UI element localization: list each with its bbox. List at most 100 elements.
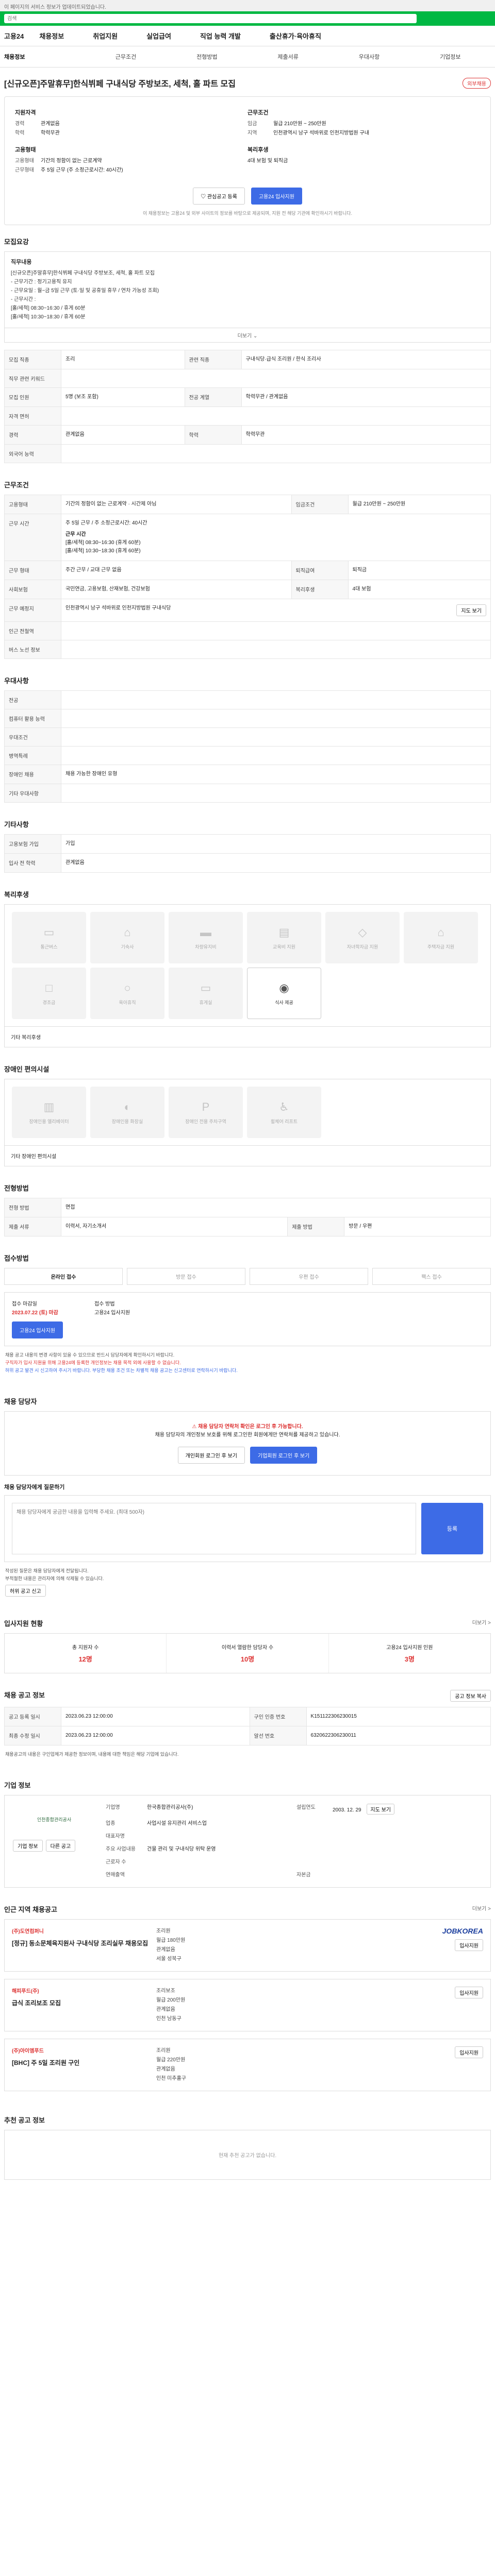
related-apply-button[interactable]: 입사지원 (455, 2046, 483, 2058)
heart-icon: ♡ (201, 194, 207, 200)
row-value: 기간의 정함이 없는 근로계약 · 시간제 아님 (61, 495, 292, 514)
inquiry-input[interactable] (12, 1503, 416, 1554)
more-button[interactable]: 더보기 ⌄ (5, 328, 490, 342)
row-value: 5명 (보조 포함) (61, 387, 185, 407)
related-job-card[interactable]: (주)도연컴퍼니 [정규] 동소문체육지원사 구내식당 조리실무 채용모집 조리원… (4, 1919, 491, 1972)
row-value: 6320622306230011 (306, 1726, 491, 1745)
gnb-logo[interactable]: 고용24 (4, 31, 24, 41)
graduation-icon: ◇ (358, 925, 367, 939)
tab-prefer[interactable]: 우대사항 (328, 53, 409, 61)
gnb-item-support[interactable]: 취업지원 (93, 31, 118, 41)
company-jobs-button[interactable]: 다른 공고 (45, 1840, 76, 1852)
tab-documents[interactable]: 제출서류 (248, 53, 328, 61)
related-apply-button[interactable]: 입사지원 (455, 1987, 483, 1998)
job-card-title[interactable]: [BHC] 주 5일 조리원 구인 (12, 2058, 156, 2067)
apply-button[interactable]: 고용24 입사지원 (251, 188, 302, 205)
apply-tab-online[interactable]: 온라인 접수 (4, 1268, 123, 1285)
prefer-table: 전공 컴퓨터 활용 능력 우대조건 병역특례 장애인 채용 채용 가능한 장애인 … (4, 690, 491, 803)
row-value: 방문 / 우편 (344, 1217, 491, 1236)
company-info-button[interactable]: 기업 정보 (13, 1840, 43, 1852)
job-card-title[interactable]: 급식 조리보조 모집 (12, 1998, 156, 2008)
table-row: 자격 면허 (4, 406, 491, 426)
gnb-item-training[interactable]: 직업 능력 개발 (200, 31, 241, 41)
prefer-section: 우대사항 전공 컴퓨터 활용 능력 우대조건 병역특례 장애인 채용 채용 가능한… (0, 664, 495, 808)
desc-title: 직무내용 (11, 259, 32, 265)
apply-notes: 채용 공고 내용의 변경 사항이 있을 수 있으므로 반드시 담당자에게 확인하… (4, 1346, 491, 1380)
apply-online-button[interactable]: 고용24 입사지원 (12, 1321, 63, 1338)
row-value: 월급 210만원 ~ 250만원 (348, 495, 491, 514)
map-button[interactable]: 지도 보기 (456, 604, 486, 616)
status-section: 입사지원 현황 더보기 > 총 지원자 수 12명 이력서 열람한 담당자 수 10명… (0, 1607, 495, 1679)
status-more-link[interactable]: 더보기 > (472, 1618, 491, 1628)
tab-company[interactable]: 기업정보 (410, 53, 491, 61)
company-key: 업종 (106, 1821, 116, 1826)
row-value: 면접 (61, 1198, 491, 1217)
related-more-link[interactable]: 더보기 > (472, 1904, 491, 1914)
job-card-meta: 월급 200만원 (156, 1997, 186, 2003)
inquiry-submit-button[interactable]: 등록 (421, 1503, 483, 1554)
elevator-icon: ▥ (43, 1100, 55, 1113)
company-login-button[interactable]: 기업회원 로그인 후 보기 (250, 1447, 318, 1464)
company-value (333, 1820, 482, 1827)
row-key: 퇴직급여 (291, 561, 349, 580)
apply-tab-mail[interactable]: 우편 접수 (250, 1268, 368, 1285)
apply-tab-visit[interactable]: 방문 접수 (127, 1268, 245, 1285)
row-key: 공고 등록 일시 (4, 1707, 61, 1726)
status-label: 총 지원자 수 (72, 1645, 99, 1651)
tab-conditions[interactable]: 근무조건 (85, 53, 166, 61)
summary-value: 관계없음 (41, 121, 60, 127)
notice-heading: 채용 공고 정보 (4, 1691, 45, 1699)
row-value: 4대 보험 (348, 580, 491, 599)
row-key: 장애인 채용 (4, 765, 61, 784)
recommend-heading: 추천 공고 정보 (4, 2116, 45, 2124)
search-input[interactable] (4, 14, 417, 23)
notice-heading-row: 채용 공고 정보 공고 정보 복사 (4, 1690, 491, 1702)
baby-icon: ○ (124, 981, 131, 994)
other-heading: 기타사항 (4, 821, 29, 828)
detail-tabs: 채용정보 근무조건 전형방법 제출서류 우대사항 기업정보 (0, 46, 495, 67)
copy-notice-button[interactable]: 공고 정보 복사 (450, 1690, 491, 1702)
company-map-button[interactable]: 지도 보기 (367, 1804, 394, 1815)
search-bar (0, 11, 495, 26)
row-key: 컴퓨터 활용 능력 (4, 709, 61, 728)
row-value (61, 444, 491, 463)
row-value: 가입 (61, 834, 491, 854)
personal-login-button[interactable]: 개인회원 로그인 후 보기 (177, 1447, 245, 1464)
summary-left: 지원자격 경력 관계없음 학력 학력무관 고용형태 고용형태 기간의 정함이 없는 근… (15, 105, 248, 175)
related-job-card[interactable]: (주)아이엠푸드 [BHC] 주 5일 조리원 구인 조리원 월급 220만원 관계없… (4, 2039, 491, 2091)
notice-section: 채용 공고 정보 공고 정보 복사 공고 등록 일시 2023.06.23 12:0… (0, 1679, 495, 1769)
gnb-item-jobs[interactable]: 채용정보 (39, 31, 64, 41)
summary-note: 이 채용정보는 고용24 및 외부 사이트의 정보를 바탕으로 제공되며, 지원… (142, 211, 353, 216)
meal-icon: ◉ (279, 981, 289, 994)
scrap-button[interactable]: ♡ 관심공고 등록 (193, 188, 245, 205)
row-key: 자격 면허 (4, 406, 61, 426)
deadline-box: 접수 마감일 2023.07.22 (토) 마감 고용24 입사지원 접수 방법… (4, 1292, 491, 1346)
apply-section: 접수방법 온라인 접수 방문 접수 우편 접수 팩스 접수 접수 마감일 202… (0, 1242, 495, 1385)
summary-right: 근무조건 임금 월급 210만원 ~ 250만원 지역 인천광역시 남구 석바위로 … (248, 105, 480, 175)
row-key: 사회보험 (4, 580, 61, 599)
apply-tab-fax[interactable]: 팩스 접수 (372, 1268, 491, 1285)
method-section: 전형방법 전형 방법 면접 제출 서류 이력서, 자기소개서 제출 방법 방문 / 우편 (0, 1172, 495, 1242)
row-key: 학력 (184, 425, 242, 445)
row-value: 이력서, 자기소개서 (60, 1217, 288, 1236)
gnb-item-benefit[interactable]: 실업급여 (146, 31, 171, 41)
parking-icon: P (202, 1100, 210, 1113)
tab-recruit[interactable]: 채용정보 (4, 53, 85, 61)
tab-method[interactable]: 전형방법 (167, 53, 248, 61)
related-apply-button[interactable]: 입사지원 (455, 1939, 483, 1951)
gnb-item-leave[interactable]: 출산휴가·육아휴직 (270, 31, 321, 41)
status-value: 12명 (78, 1655, 92, 1663)
chevron-down-icon: ⌄ (253, 333, 258, 339)
table-row: 제출 서류 이력서, 자기소개서 제출 방법 방문 / 우편 (4, 1217, 491, 1236)
job-card-title[interactable]: [정규] 동소문체육지원사 구내식당 조리실무 채용모집 (12, 1939, 156, 1948)
related-job-card[interactable]: 해피푸드(주) 급식 조리보조 모집 조리보조 월급 200만원 관계없음 인천 남동구… (4, 1979, 491, 2031)
summary-key: 지역 (248, 130, 257, 136)
welfare-label: 기숙사 (121, 944, 134, 950)
disability-heading: 장애인 편의시설 (4, 1065, 50, 1073)
row-value (61, 406, 491, 426)
welfare-label: 식사 제공 (275, 999, 293, 1005)
report-button[interactable]: 허위 공고 신고 (5, 1585, 46, 1597)
status-value: 3명 (404, 1655, 415, 1663)
job-summary: 지원자격 경력 관계없음 학력 학력무관 고용형태 고용형태 기간의 정함이 없는 근… (4, 96, 491, 225)
inquiry-notes: 작성된 질문은 채용 담당자에게 전달됩니다. 부적절한 내용은 관리자에 의해… (4, 1562, 491, 1602)
